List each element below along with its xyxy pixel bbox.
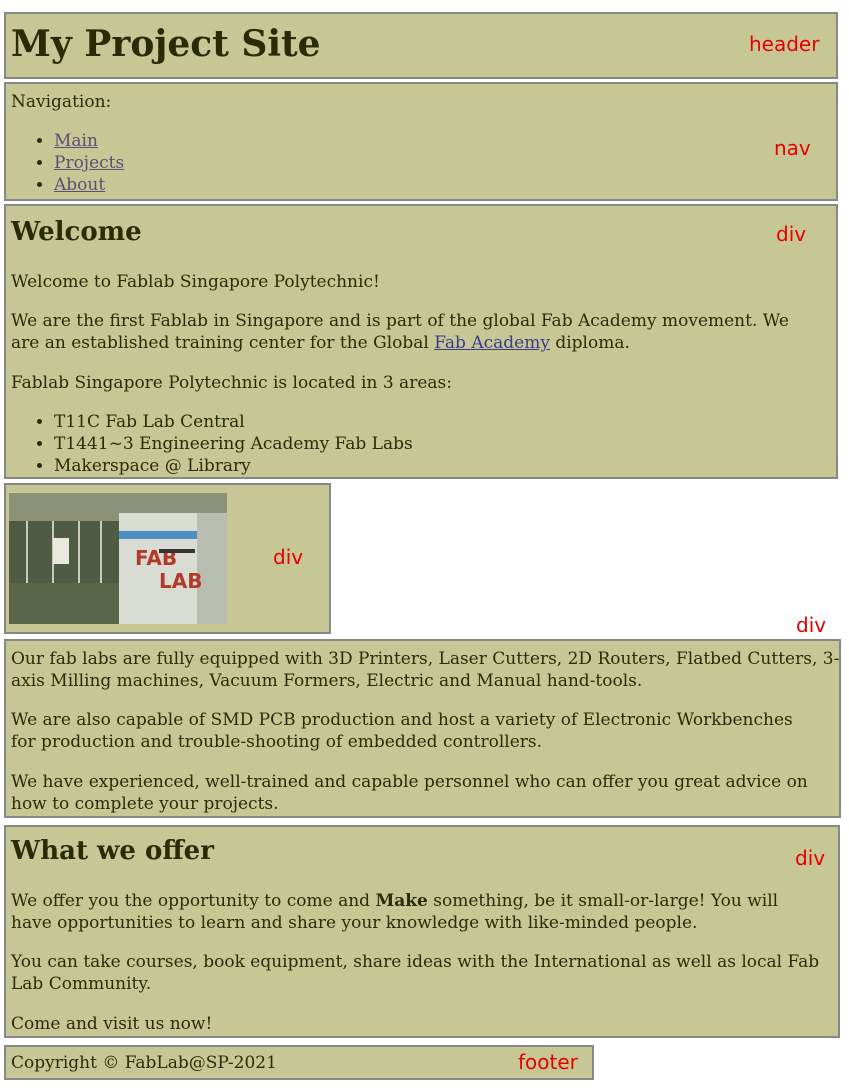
locations-list: T11C Fab Lab Central T1441~3 Engineering… <box>11 411 413 477</box>
location-item: Makerspace @ Library <box>54 455 413 477</box>
welcome-description-text-1: We are the first Fablab in Singapore and… <box>11 311 789 353</box>
nav-list: Main Projects About <box>11 130 124 196</box>
footer-section: Copyright © FabLab@SP-2021 footer <box>4 1045 594 1080</box>
welcome-section: Welcome Welcome to Fablab Singapore Poly… <box>4 204 838 479</box>
location-item: T1441~3 Engineering Academy Fab Labs <box>54 433 413 455</box>
wrapper-div-tag-label: div <box>796 613 827 637</box>
welcome-tag-label: div <box>776 222 807 246</box>
sign-line-2: LAB <box>159 569 202 593</box>
copyright-text: Copyright © FabLab@SP-2021 <box>11 1053 277 1073</box>
nav-item-about: About <box>54 174 124 196</box>
nav-item-main: Main <box>54 130 124 152</box>
site-title: My Project Site <box>11 23 321 65</box>
nav-link-main[interactable]: Main <box>54 131 98 151</box>
nav-tag-label: nav <box>774 136 811 160</box>
header-section: My Project Site header <box>4 12 838 79</box>
welcome-locations-intro: Fablab Singapore Polytechnic is located … <box>11 373 452 393</box>
nav-link-about[interactable]: About <box>54 175 105 195</box>
equipment-section: Our fab labs are fully equipped with 3D … <box>4 639 841 818</box>
offer-paragraph-1: We offer you the opportunity to come and… <box>11 890 811 934</box>
make-emphasis: Make <box>375 891 428 911</box>
offer-section: What we offer We offer you the opportuni… <box>4 825 840 1038</box>
nav-item-projects: Projects <box>54 152 124 174</box>
offer-tag-label: div <box>795 846 826 870</box>
offer-heading: What we offer <box>11 836 214 866</box>
fablab-photo-illustration: FAB LAB <box>9 493 227 624</box>
offer-paragraph-2: You can take courses, book equipment, sh… <box>11 952 820 994</box>
fablab-photo: FAB LAB <box>9 493 227 624</box>
header-tag-label: header <box>749 32 820 56</box>
offer-paragraph-1-text-1: We offer you the opportunity to come and <box>11 891 376 911</box>
equipment-paragraph-1: Our fab labs are fully equipped with 3D … <box>11 649 840 691</box>
welcome-intro: Welcome to Fablab Singapore Polytechnic! <box>11 272 380 292</box>
nav-link-projects[interactable]: Projects <box>54 153 124 173</box>
fab-academy-link[interactable]: Fab Academy <box>434 333 550 353</box>
equipment-paragraph-3: We have experienced, well-trained and ca… <box>11 772 808 814</box>
image-tag-label: div <box>273 545 304 569</box>
welcome-description-text-2: diploma. <box>549 333 630 353</box>
nav-section: Navigation: Main Projects About nav <box>4 82 838 201</box>
image-section: FAB LAB div <box>4 483 331 634</box>
nav-label: Navigation: <box>11 92 112 112</box>
offer-paragraph-3: Come and visit us now! <box>11 1014 213 1034</box>
location-item: T11C Fab Lab Central <box>54 411 413 433</box>
footer-tag-label: footer <box>518 1050 578 1074</box>
welcome-description: We are the first Fablab in Singapore and… <box>11 310 821 354</box>
equipment-paragraph-2: We are also capable of SMD PCB productio… <box>11 710 793 752</box>
welcome-heading: Welcome <box>11 217 142 247</box>
